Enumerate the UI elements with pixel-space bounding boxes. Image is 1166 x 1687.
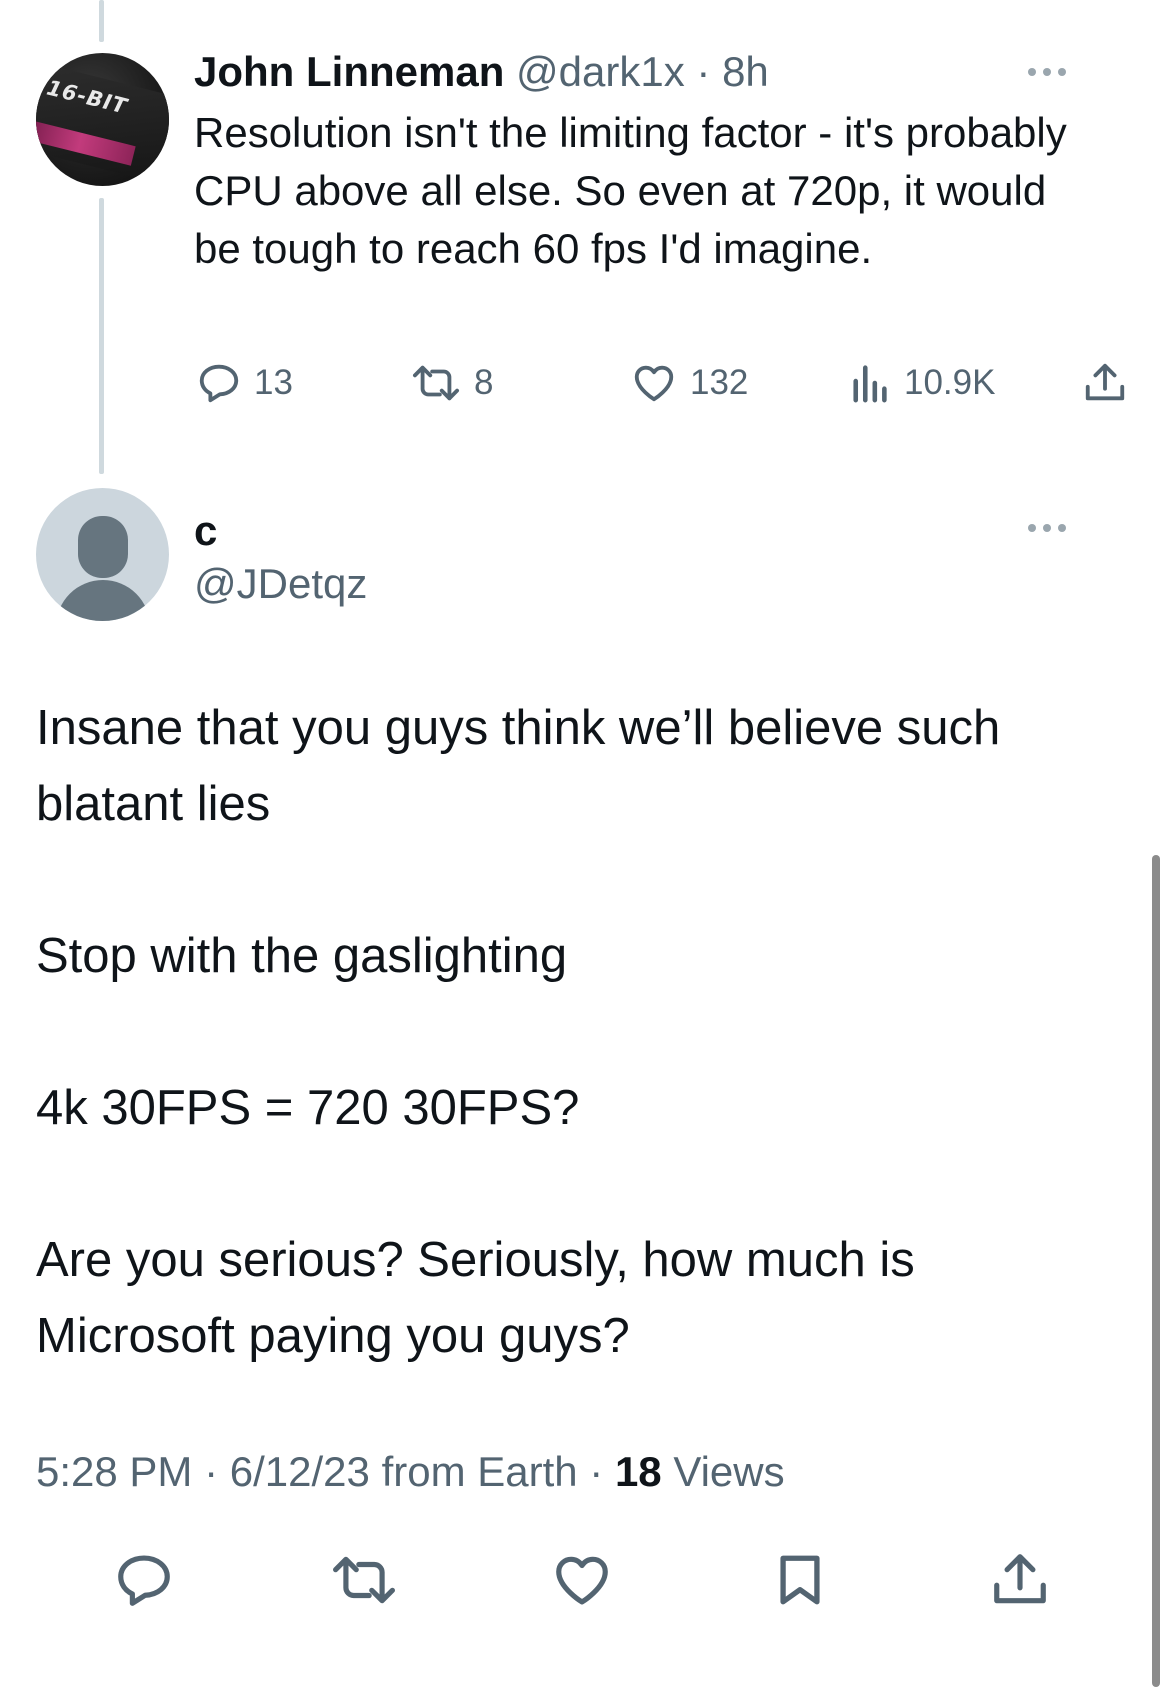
retweet-button[interactable] xyxy=(324,1540,404,1620)
reply-author-name[interactable]: c xyxy=(194,505,217,557)
cartridge-image: 16-BIT xyxy=(36,62,169,186)
reply-paragraph: Insane that you guys think we’ll believe… xyxy=(36,701,1001,831)
reply-count: 13 xyxy=(254,363,293,402)
timestamp-date[interactable]: 6/12/23 xyxy=(230,1448,370,1495)
default-avatar-head xyxy=(78,516,128,578)
tweet-timestamp: 5:28 PM · 6/12/23 from Earth · 18 Views xyxy=(36,1448,785,1495)
timestamp-source: from Earth xyxy=(381,1448,578,1495)
reply-paragraph: Are you serious? Seriously, how much is … xyxy=(36,1233,915,1363)
retweet-count: 8 xyxy=(474,363,494,402)
retweet-button[interactable]: 8 xyxy=(410,360,493,406)
parent-tweet-text: Resolution isn't the limiting factor - i… xyxy=(194,109,1067,272)
thread-line xyxy=(99,0,104,42)
parent-tweet-header: John Linneman @dark1x · 8h xyxy=(194,46,769,98)
share-icon xyxy=(1085,363,1125,401)
views-count: 10.9K xyxy=(904,363,996,402)
tweet-time[interactable]: 8h xyxy=(722,48,769,95)
like-button[interactable] xyxy=(542,1540,622,1620)
reply-paragraph: Stop with the gaslighting xyxy=(36,929,568,983)
reply-paragraph: 4k 30FPS = 720 30FPS? xyxy=(36,1081,580,1135)
reply-tweet-text: Insane that you guys think we’ll believe… xyxy=(36,690,1096,1374)
like-count: 132 xyxy=(690,363,749,402)
share-button[interactable] xyxy=(1082,360,1128,406)
reply-button[interactable] xyxy=(104,1540,184,1620)
avatar[interactable]: 16-BIT xyxy=(36,53,169,186)
separator: · xyxy=(684,48,723,95)
speech-bubble-icon xyxy=(199,364,239,403)
views-count: 18 xyxy=(614,1448,662,1495)
more-dots-icon[interactable] xyxy=(1022,518,1072,538)
thread-line xyxy=(99,198,104,474)
tweet-detail-page: 16-BIT John Linneman @dark1x · 8h Resolu… xyxy=(0,0,1166,1687)
heart-icon xyxy=(556,1556,608,1605)
speech-bubble-icon xyxy=(118,1555,170,1606)
author-handle[interactable]: @dark1x xyxy=(516,48,685,95)
parent-action-bar: 13 8 132 10.9K xyxy=(0,360,1166,410)
like-button[interactable]: 132 xyxy=(630,360,748,406)
bar-chart-icon xyxy=(853,365,887,403)
avatar-logo-text: 16-BIT xyxy=(44,75,130,119)
more-dots-icon[interactable] xyxy=(1022,62,1072,82)
reply-author-handle[interactable]: @JDetqz xyxy=(194,558,367,610)
reply-button[interactable]: 13 xyxy=(196,360,293,406)
default-avatar-body xyxy=(56,580,150,621)
bookmark-button[interactable] xyxy=(760,1540,840,1620)
heart-icon xyxy=(634,365,674,402)
bookmark-icon xyxy=(780,1555,820,1605)
retweet-icon xyxy=(333,1556,395,1604)
author-name[interactable]: John Linneman xyxy=(194,48,504,95)
share-button[interactable] xyxy=(980,1540,1060,1620)
share-icon xyxy=(994,1554,1046,1604)
scrollbar[interactable] xyxy=(1152,855,1160,1687)
reply-action-bar xyxy=(0,1540,1166,1620)
views-button[interactable]: 10.9K xyxy=(850,360,995,406)
avatar-default[interactable] xyxy=(36,488,169,621)
timestamp-time[interactable]: 5:28 PM xyxy=(36,1448,192,1495)
retweet-icon xyxy=(412,365,459,401)
views-label: Views xyxy=(673,1448,785,1495)
